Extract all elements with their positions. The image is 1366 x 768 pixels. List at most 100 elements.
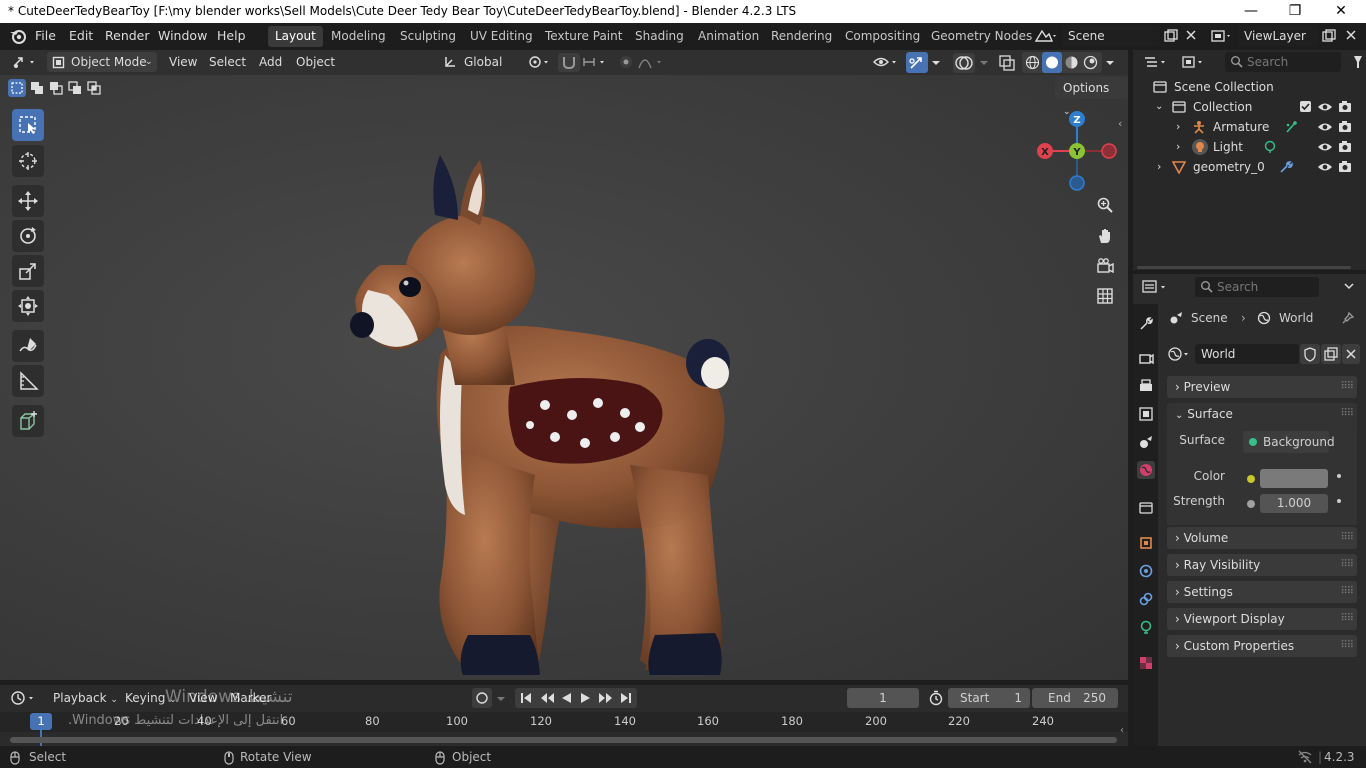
- viewlayer-selector[interactable]: ViewLayer: [1238, 26, 1318, 46]
- drag-handle-icon[interactable]: ⠿⠿: [1340, 554, 1354, 576]
- jump-start-icon[interactable]: [519, 691, 533, 705]
- properties-editor-icon[interactable]: [1141, 278, 1171, 296]
- menu-window[interactable]: Window: [158, 28, 207, 43]
- keyframe-dot-icon[interactable]: [1337, 499, 1341, 503]
- object-data-tab-icon[interactable]: [1137, 618, 1155, 636]
- blender-logo-icon[interactable]: [9, 28, 27, 44]
- auto-keying-button[interactable]: [472, 688, 492, 708]
- play-reverse-icon[interactable]: [559, 691, 573, 705]
- timeline-editor-icon[interactable]: [10, 690, 40, 706]
- cursor-tool[interactable]: [12, 145, 44, 177]
- eye-icon[interactable]: [1317, 140, 1333, 154]
- viewport-display-panel-header[interactable]: › Viewport Display ⠿⠿: [1167, 608, 1357, 630]
- custom-properties-panel-header[interactable]: › Custom Properties ⠿⠿: [1167, 635, 1357, 657]
- 3d-viewport[interactable]: Options ⌄ ‹ Z X Y: [0, 75, 1128, 680]
- visibility-selector-icon[interactable]: [872, 54, 902, 70]
- transform-tool[interactable]: [12, 290, 44, 322]
- proportional-edit-icon[interactable]: [617, 54, 669, 70]
- chevron-right-icon[interactable]: ›: [1157, 157, 1161, 177]
- chevron-left-icon[interactable]: ‹: [1120, 725, 1124, 736]
- drag-handle-icon[interactable]: ⠿⠿: [1340, 403, 1354, 425]
- close-button[interactable]: ✕: [1318, 0, 1364, 23]
- world-tab-icon[interactable]: [1137, 461, 1155, 479]
- wrench-icon[interactable]: [1279, 160, 1293, 174]
- viewlayer-icon[interactable]: [1210, 28, 1234, 44]
- world-name-field[interactable]: World: [1195, 344, 1299, 364]
- object-tab-icon[interactable]: [1137, 534, 1155, 552]
- remove-viewlayer-icon[interactable]: [1344, 28, 1358, 42]
- start-frame-field[interactable]: Start 1: [948, 688, 1030, 708]
- snap-target-icon[interactable]: [581, 54, 611, 70]
- measure-tool[interactable]: [12, 365, 44, 397]
- eye-icon[interactable]: [1317, 120, 1333, 134]
- exclude-checkbox[interactable]: [1300, 101, 1311, 112]
- properties-search-field[interactable]: Search: [1195, 277, 1319, 297]
- zoom-button[interactable]: [1092, 192, 1118, 218]
- ray-visibility-panel-header[interactable]: › Ray Visibility ⠿⠿: [1167, 554, 1357, 576]
- camera-view-button[interactable]: [1092, 253, 1118, 279]
- unlink-icon[interactable]: [1342, 344, 1360, 364]
- annotate-tool[interactable]: [12, 330, 44, 362]
- tab-modeling[interactable]: Modeling: [324, 26, 393, 47]
- playhead[interactable]: 1: [30, 713, 52, 730]
- remove-scene-icon[interactable]: [1184, 28, 1198, 42]
- prev-keyframe-icon[interactable]: [539, 691, 555, 705]
- outliner-row-collection[interactable]: ⌄ Collection: [1133, 97, 1366, 117]
- duplicate-icon[interactable]: [1321, 344, 1341, 364]
- menu-view[interactable]: View: [169, 52, 197, 72]
- color-socket-icon[interactable]: [1247, 475, 1255, 483]
- navigation-gizmo[interactable]: Z X Y: [1030, 107, 1126, 191]
- strength-socket-icon[interactable]: [1247, 500, 1255, 508]
- pivot-icon[interactable]: [526, 54, 552, 70]
- tab-uv-editing[interactable]: UV Editing: [463, 26, 540, 47]
- current-frame-field[interactable]: 1: [847, 688, 919, 708]
- menu-file[interactable]: File: [35, 28, 56, 43]
- chevron-right-icon[interactable]: ›: [1176, 137, 1180, 157]
- texture-tab-icon[interactable]: [1137, 654, 1155, 672]
- maximize-button[interactable]: ❐: [1272, 0, 1318, 23]
- surface-panel-header[interactable]: ⌄ Surface ⠿⠿: [1167, 403, 1357, 425]
- minimize-button[interactable]: —: [1228, 0, 1274, 23]
- tab-shading[interactable]: Shading: [628, 26, 691, 47]
- strength-field[interactable]: 1.000: [1260, 494, 1328, 513]
- tab-layout[interactable]: Layout: [268, 26, 323, 47]
- new-viewlayer-icon[interactable]: [1321, 28, 1337, 44]
- surface-shader-selector[interactable]: Background: [1243, 431, 1335, 453]
- drag-handle-icon[interactable]: ⠿⠿: [1340, 527, 1354, 549]
- chevron-down-icon[interactable]: ⌄: [1155, 97, 1163, 117]
- rendered-shading-icon[interactable]: [1082, 54, 1099, 71]
- drag-handle-icon[interactable]: ⠿⠿: [1340, 635, 1354, 657]
- tab-animation[interactable]: Animation: [691, 26, 766, 47]
- drag-handle-icon[interactable]: ⠿⠿: [1340, 581, 1354, 603]
- next-keyframe-icon[interactable]: [598, 691, 614, 705]
- editor-type-icon[interactable]: [12, 54, 40, 70]
- armature-data-icon[interactable]: [1284, 120, 1298, 134]
- settings-panel-header[interactable]: › Settings ⠿⠿: [1167, 581, 1357, 603]
- world-browse-icon[interactable]: [1167, 346, 1193, 362]
- snap-toggle[interactable]: [558, 53, 580, 72]
- outliner-row-light[interactable]: › Light: [1133, 137, 1366, 157]
- stopwatch-icon[interactable]: [928, 690, 944, 706]
- eye-icon[interactable]: [1317, 100, 1333, 114]
- keyframe-dot-icon[interactable]: [1337, 474, 1341, 478]
- tab-rendering[interactable]: Rendering: [764, 26, 839, 47]
- pan-button[interactable]: [1092, 223, 1118, 249]
- fake-user-icon[interactable]: [1300, 344, 1320, 364]
- drag-handle-icon[interactable]: ⠿⠿: [1340, 376, 1354, 398]
- chevron-down-icon[interactable]: [1343, 279, 1355, 293]
- select-new-icon[interactable]: [8, 79, 26, 97]
- select-extend-icon[interactable]: [28, 79, 46, 97]
- camera-icon[interactable]: [1338, 100, 1352, 114]
- output-tab-icon[interactable]: [1137, 377, 1155, 395]
- physics-tab-icon[interactable]: [1137, 562, 1155, 580]
- outliner-editor-icon[interactable]: [1143, 54, 1171, 70]
- add-cube-tool[interactable]: [12, 405, 44, 437]
- chevron-right-icon[interactable]: ›: [1176, 117, 1180, 137]
- menu-edit[interactable]: Edit: [69, 28, 93, 43]
- select-intersect-icon[interactable]: [85, 79, 103, 97]
- menu-select[interactable]: Select: [209, 52, 246, 72]
- select-box-tool[interactable]: [12, 109, 44, 141]
- play-icon[interactable]: [579, 691, 593, 705]
- camera-icon[interactable]: [1338, 120, 1352, 134]
- scene-icon[interactable]: [1034, 28, 1058, 44]
